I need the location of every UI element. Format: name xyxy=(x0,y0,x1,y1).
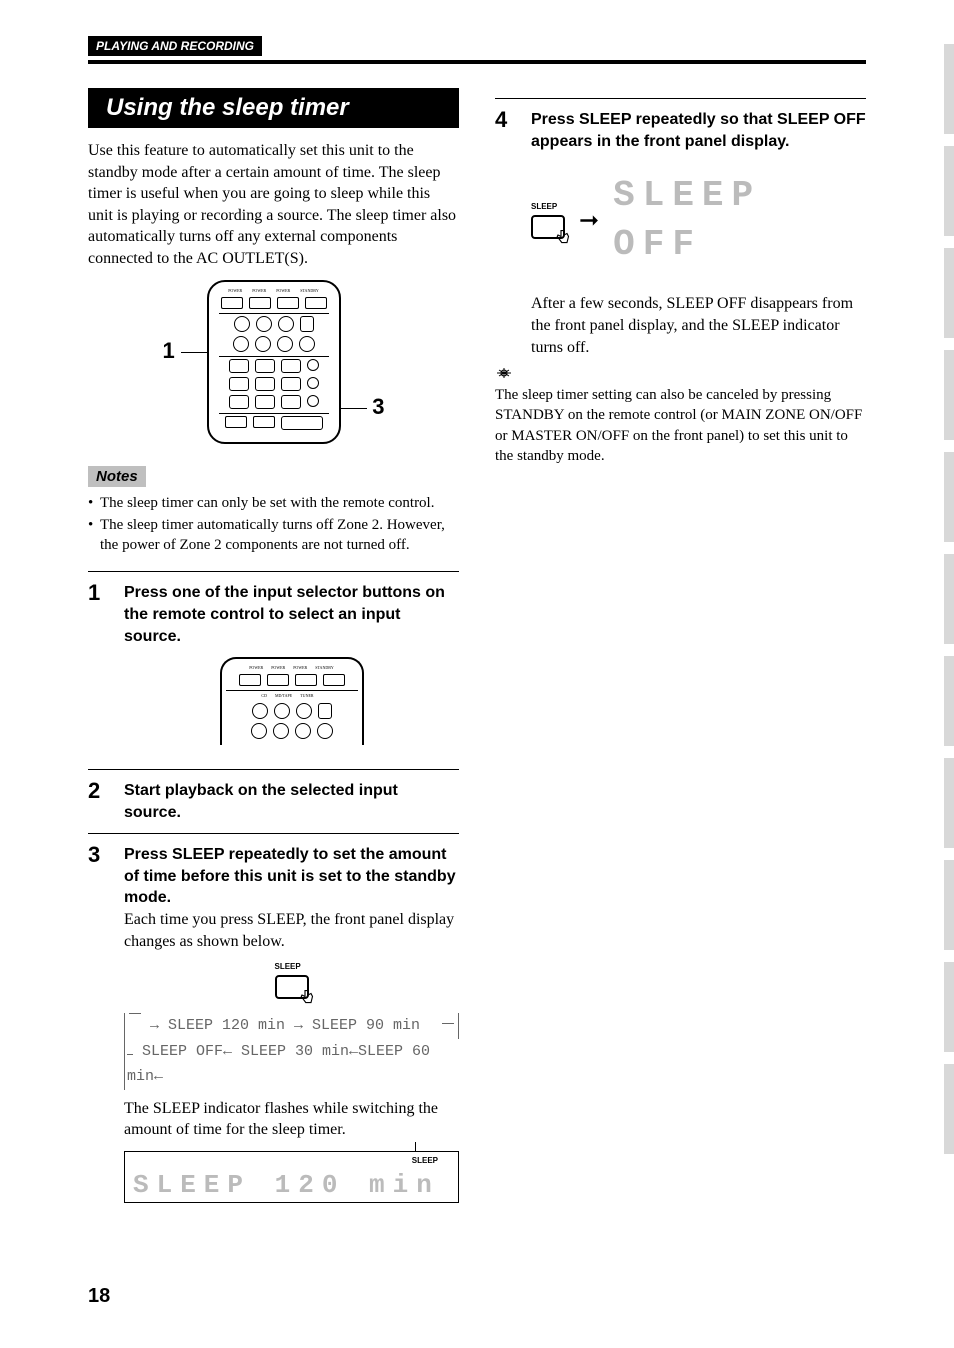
tip-text: The sleep timer setting can also be canc… xyxy=(495,385,866,466)
sleep-button-label: SLEEP xyxy=(275,962,309,973)
step-2-heading: Start playback on the selected input sou… xyxy=(124,780,459,823)
step-4-body: After a few seconds, SLEEP OFF disappear… xyxy=(531,293,866,358)
step-3-body2: The SLEEP indicator flashes while switch… xyxy=(124,1098,459,1141)
page-title: Using the sleep timer xyxy=(88,88,459,128)
press-hand-icon xyxy=(299,989,317,1007)
step-number: 1 xyxy=(88,582,110,759)
sleep-off-illustration: SLEEP ➞ SLEEP OFF xyxy=(531,172,866,269)
edge-tabs xyxy=(944,44,954,1166)
step-number: 4 xyxy=(495,109,517,358)
tip-icon xyxy=(495,366,866,385)
section-header: PLAYING AND RECORDING xyxy=(88,36,262,56)
step-4-heading: Press SLEEP repeatedly so that SLEEP OFF… xyxy=(531,109,866,152)
sleep-button-illustration: SLEEP xyxy=(124,962,459,999)
sleep-button-label: SLEEP xyxy=(531,202,565,213)
press-hand-icon xyxy=(555,229,573,247)
callout-1: 1 xyxy=(163,338,175,364)
page-number: 18 xyxy=(88,1285,110,1308)
note-item: The sleep timer can only be set with the… xyxy=(88,493,459,513)
callout-1-line xyxy=(181,352,209,353)
sleep-sequence: → SLEEP 120 min → SLEEP 90 min SLEEP OFF… xyxy=(124,1013,459,1090)
note-item: The sleep timer automatically turns off … xyxy=(88,515,459,556)
notes-list: The sleep timer can only be set with the… xyxy=(88,493,459,556)
remote-illustration-step1: POWERPOWERPOWERSTANDBY CDMD/TAPETUNER xyxy=(124,657,459,745)
arrow-icon: ➞ xyxy=(579,205,599,237)
step-1-heading: Press one of the input selector buttons … xyxy=(124,582,459,647)
step-3-heading: Press SLEEP repeatedly to set the amount… xyxy=(124,844,459,909)
step-3-body: Each time you press SLEEP, the front pan… xyxy=(124,909,459,952)
display-value: SLEEP 120 min xyxy=(133,1172,450,1198)
step-number: 3 xyxy=(88,844,110,1202)
intro-paragraph: Use this feature to automatically set th… xyxy=(88,140,459,270)
display-value-off: SLEEP OFF xyxy=(613,172,866,269)
remote-illustration-main: 1 3 POWERPOWERPOWERSTANDBY xyxy=(88,280,459,444)
top-rule xyxy=(88,60,866,64)
notes-label: Notes xyxy=(88,466,146,487)
front-panel-display: SLEEP SLEEP 120 min xyxy=(124,1151,459,1203)
callout-3: 3 xyxy=(372,394,384,420)
callout-3-line xyxy=(339,408,367,409)
step-number: 2 xyxy=(88,780,110,823)
sleep-indicator: SLEEP xyxy=(412,1156,438,1167)
